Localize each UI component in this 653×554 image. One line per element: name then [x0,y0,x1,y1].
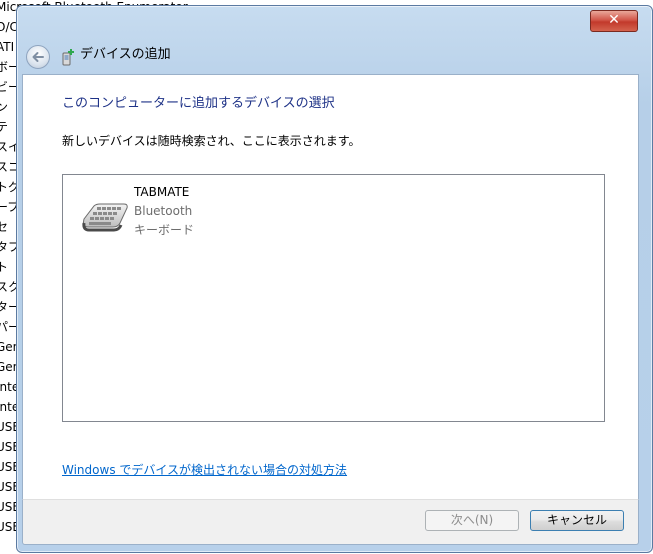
list-item[interactable]: TABMATE Bluetooth キーボード [77,181,277,243]
keyboard-icon [82,203,128,232]
background-list-item: セ [0,220,9,234]
next-button[interactable]: 次へ(N) [425,510,519,531]
background-list-item: テ [0,120,9,134]
device-list[interactable]: TABMATE Bluetooth キーボード [62,174,605,422]
bluetooth-device-add-icon [62,49,74,66]
device-name: TABMATE [134,185,190,199]
cancel-button[interactable]: キャンセル [530,510,624,531]
page-heading: このコンピューターに追加するデバイスの選択 [62,96,335,111]
troubleshoot-link[interactable]: Windows でデバイスが検出されない場合の対処方法 [62,462,347,478]
device-type: Bluetooth [134,204,193,218]
back-button[interactable] [26,45,50,69]
background-list-item: ATI [0,40,15,54]
dialog-title: デバイスの追加 [80,47,171,62]
device-category: キーボード [134,223,195,237]
background-list-item: ト [0,260,9,274]
close-button[interactable]: ✕ [590,10,638,32]
instruction-text: 新しいデバイスは随時検索され、ここに表示されます。 [62,134,361,148]
back-arrow-icon [32,52,44,62]
background-list-item: ン [0,100,9,114]
close-icon: ✕ [608,12,620,28]
